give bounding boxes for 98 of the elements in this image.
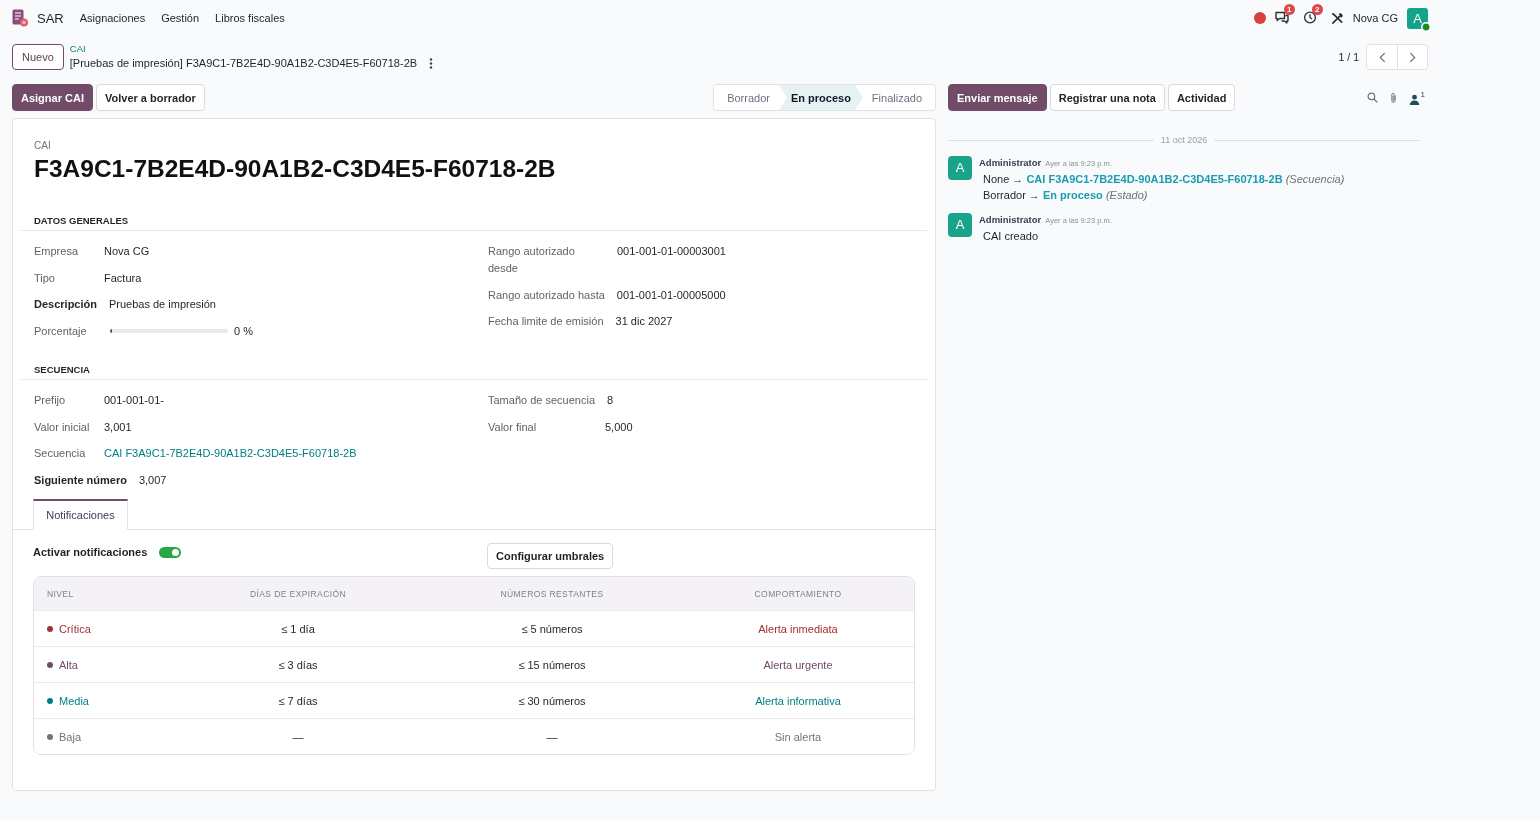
action-button[interactable]: Volver a borrador bbox=[95, 84, 205, 111]
search-icon[interactable] bbox=[1366, 92, 1378, 103]
field-value: 0 % bbox=[234, 323, 253, 339]
app-logo-icon[interactable] bbox=[12, 9, 28, 27]
section-title: SECUENCIA bbox=[21, 363, 927, 380]
table-cell-text: Alerta urgente bbox=[762, 658, 834, 671]
table-cell-text: Alerta informativa bbox=[754, 694, 842, 707]
field-value: 001-001-01- bbox=[104, 393, 164, 408]
breadcrumb-link[interactable]: CAI bbox=[69, 43, 434, 55]
followers-button[interactable]: 1 bbox=[1408, 90, 1425, 105]
table-cell-text: Alerta inmediata bbox=[757, 622, 839, 635]
old-value: Borrador bbox=[983, 189, 1026, 201]
field-label: Prefijo bbox=[34, 393, 67, 408]
field-value: 3,007 bbox=[138, 472, 167, 488]
clock-icon[interactable] bbox=[1302, 11, 1317, 24]
message-author[interactable]: Administrator bbox=[979, 156, 1042, 170]
field-label: Fecha limite de emisión bbox=[488, 314, 604, 329]
table-cell-text: ≤ 7 días bbox=[277, 694, 319, 707]
company-name[interactable]: Nova CG bbox=[1352, 12, 1398, 24]
notebook-tab[interactable]: Notificaciones bbox=[33, 499, 128, 530]
table-cell-text: ≤ 5 números bbox=[520, 622, 584, 635]
table-cell: Alta bbox=[59, 658, 78, 671]
message-author[interactable]: Administrator bbox=[979, 213, 1042, 227]
table-cell-text: — bbox=[545, 730, 559, 743]
paperclip-icon[interactable] bbox=[1389, 91, 1397, 104]
field-label: Descripción bbox=[34, 297, 97, 312]
person-icon bbox=[1408, 93, 1420, 105]
action-button[interactable]: Asignar CAI bbox=[12, 84, 93, 111]
field-link[interactable]: CAI F3A9C1-7B2E4D-90A1B2-C3D4E5-F60718-2B bbox=[104, 445, 357, 462]
record-title: [Pruebas de impresión] F3A9C1-7B2E4D-90A1B2-C3D4E5-F60718-2B bbox=[69, 56, 418, 71]
menu-item[interactable]: Asignaciones bbox=[71, 12, 154, 24]
field-value: 5,000 bbox=[605, 419, 633, 435]
field-value: 8 bbox=[607, 393, 614, 408]
tracked-field: (Secuencia) bbox=[1285, 173, 1345, 185]
toggle-switch[interactable] bbox=[159, 547, 182, 558]
field-value: Pruebas de impresión bbox=[108, 297, 216, 312]
field-label: Siguiente número bbox=[34, 472, 127, 488]
table-cell-text: ≤ 15 números bbox=[517, 658, 587, 671]
table-cell-text: ≤ 30 números bbox=[517, 694, 587, 707]
field-label: CAI bbox=[33, 139, 52, 152]
field-value: Nova CG bbox=[104, 244, 150, 259]
field-label: Porcentaje bbox=[34, 323, 88, 339]
field-label: Empresa bbox=[34, 244, 80, 259]
date-separator: 11 oct 2026 bbox=[1159, 135, 1209, 145]
column-header: NIVEL bbox=[46, 588, 75, 599]
status-step[interactable]: Finalizado bbox=[862, 85, 931, 110]
app-name[interactable]: SAR bbox=[37, 10, 64, 26]
chatter-button[interactable]: Registrar una nota bbox=[1049, 84, 1165, 111]
field-value: 001-001-01-00003001 bbox=[617, 244, 726, 259]
table-cell-text: ≤ 1 día bbox=[280, 622, 316, 635]
chevron-left-icon bbox=[1378, 51, 1386, 63]
field-value: 3,001 bbox=[104, 419, 132, 435]
field-label: Rango autorizado hasta bbox=[488, 287, 605, 303]
status-step[interactable]: Borrador bbox=[718, 85, 779, 110]
menu-item[interactable]: Gestión bbox=[153, 12, 208, 24]
menu-item[interactable]: Libros fiscales bbox=[207, 12, 293, 24]
section-title: DATOS GENERALES bbox=[21, 214, 927, 231]
chatter-button[interactable]: Enviar mensaje bbox=[948, 84, 1047, 111]
field-value: Factura bbox=[104, 270, 142, 286]
field-label: Tamaño de secuencia bbox=[488, 393, 595, 408]
chat-icon[interactable] bbox=[1274, 11, 1289, 24]
status-dot-icon[interactable] bbox=[1253, 12, 1266, 24]
table-cell-text: Sin alerta bbox=[773, 730, 823, 743]
status-step[interactable]: En proceso bbox=[778, 85, 863, 110]
table-cell-text: ≤ 3 días bbox=[277, 658, 319, 671]
notification-badge: 2 bbox=[1311, 4, 1323, 15]
notification-badge: 1 bbox=[1283, 4, 1295, 15]
pager-value: 1 / 1 bbox=[1338, 51, 1359, 63]
online-dot-icon bbox=[1421, 21, 1431, 32]
field-label: Activar notificaciones bbox=[33, 545, 148, 559]
field-value: 31 dic 2027 bbox=[615, 314, 673, 329]
chevron-right-icon bbox=[1409, 51, 1416, 63]
record-name: F3A9C1-7B2E4D-90A1B2-C3D4E5-F60718-2B bbox=[34, 154, 557, 184]
field-value: 001-001-01-00005000 bbox=[616, 287, 726, 303]
field-label: Valor inicial bbox=[34, 419, 91, 435]
column-header: COMPORTAMIENTO bbox=[753, 588, 843, 599]
field-label: Rango autorizado desde bbox=[488, 244, 576, 276]
table-cell: Baja bbox=[59, 730, 82, 743]
new-value: CAI F3A9C1-7B2E4D-90A1B2-C3D4E5-F60718-2B bbox=[1026, 173, 1283, 185]
chatter-button[interactable]: Actividad bbox=[1167, 84, 1236, 111]
new-value: En proceso bbox=[1042, 189, 1103, 201]
tracking-arrow: → bbox=[1028, 189, 1040, 201]
new-button[interactable]: Nuevo bbox=[12, 44, 64, 70]
more-options-icon[interactable] bbox=[429, 57, 434, 69]
table-cell-text: — bbox=[291, 730, 305, 743]
tools-icon[interactable] bbox=[1330, 11, 1344, 25]
field-label: Tipo bbox=[34, 270, 56, 286]
configure-button[interactable]: Configurar umbrales bbox=[487, 543, 614, 569]
message-body: CAI creado bbox=[983, 230, 1039, 242]
field-label: Valor final bbox=[488, 419, 538, 435]
field-label: Secuencia bbox=[34, 446, 87, 461]
column-header: NÚMEROS RESTANTES bbox=[499, 588, 605, 599]
tracked-field: (Estado) bbox=[1105, 189, 1148, 201]
table-cell: Media bbox=[59, 694, 89, 707]
tracking-arrow: → bbox=[1012, 173, 1024, 185]
old-value: None bbox=[983, 173, 1010, 185]
table-cell: Crítica bbox=[59, 622, 91, 635]
column-header: DÍAS DE EXPIRACIÓN bbox=[249, 588, 347, 599]
